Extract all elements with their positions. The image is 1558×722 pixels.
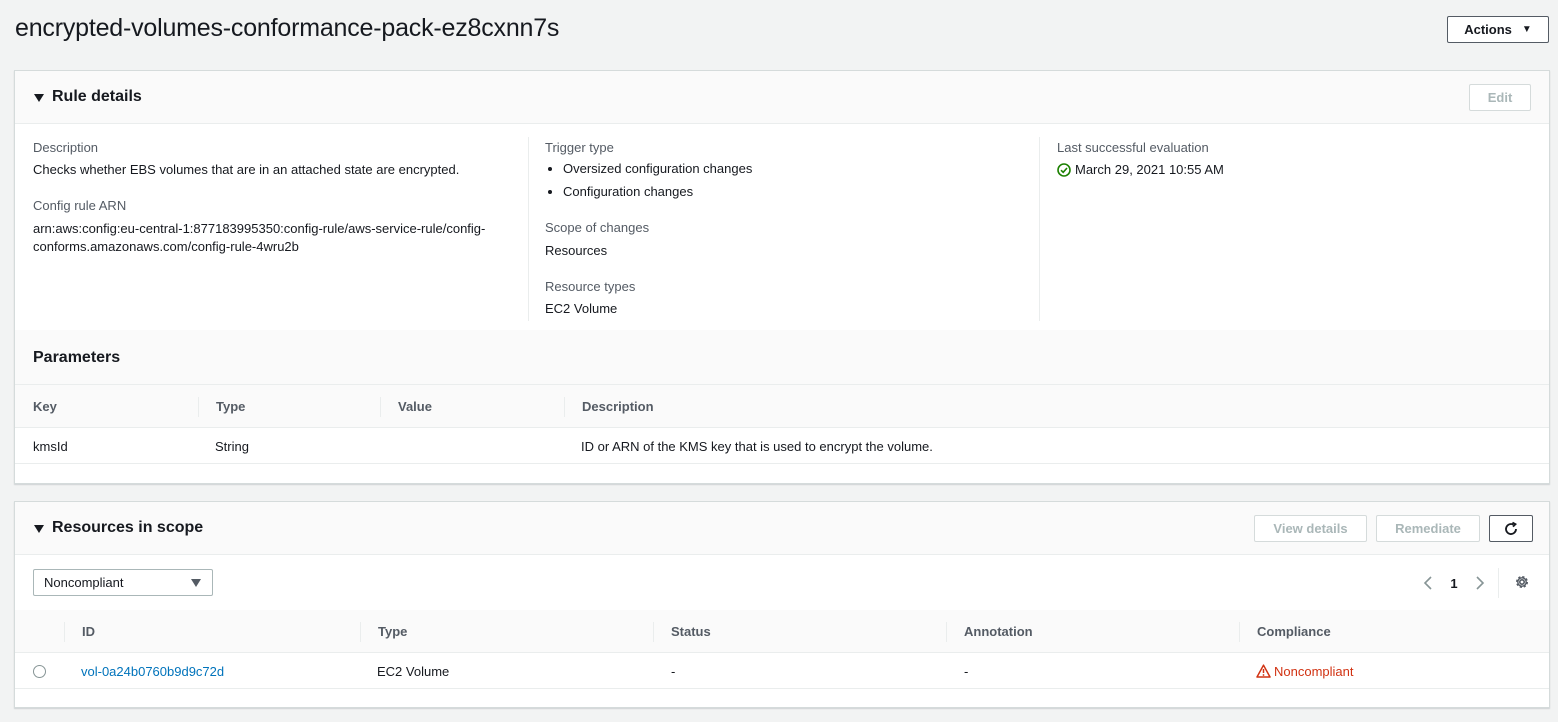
param-type: String xyxy=(215,438,249,454)
column-separator xyxy=(1239,622,1240,642)
previous-page-icon[interactable] xyxy=(1418,576,1438,590)
remediate-label: Remediate xyxy=(1395,521,1461,536)
column-header-id[interactable]: ID xyxy=(82,610,95,653)
compliance-status: Noncompliant xyxy=(1256,653,1354,689)
rule-details-title: Rule details xyxy=(52,88,142,105)
trigger-column: Trigger type Oversized configuration cha… xyxy=(545,137,1025,318)
resource-status: - xyxy=(671,663,676,679)
resource-type: EC2 Volume xyxy=(377,663,450,679)
column-divider xyxy=(528,137,529,321)
column-header-annotation[interactable]: Annotation xyxy=(964,610,1033,653)
edit-button[interactable]: Edit xyxy=(1469,84,1531,111)
description-value: Checks whether EBS volumes that are in a… xyxy=(33,162,460,177)
arn-label: Config rule ARN xyxy=(33,198,127,213)
trigger-type-item: Configuration changes xyxy=(545,180,1025,203)
resources-toggle[interactable]: Resources in scope xyxy=(34,519,203,537)
settings-gear-icon[interactable] xyxy=(1514,574,1530,590)
actions-button-label: Actions xyxy=(1464,22,1512,37)
remediate-button[interactable]: Remediate xyxy=(1376,515,1480,542)
column-header-compliance[interactable]: Compliance xyxy=(1257,610,1331,653)
column-separator xyxy=(946,622,947,642)
parameters-table-row: kmsId String ID or ARN of the KMS key th… xyxy=(15,428,1549,464)
pagination: 1 xyxy=(1418,572,1490,594)
description-column: Description Checks whether EBS volumes t… xyxy=(33,137,513,256)
resources-header: Resources in scope View details Remediat… xyxy=(15,502,1549,555)
pagination-divider xyxy=(1498,568,1499,598)
parameters-table-header: Key Type Value Description xyxy=(15,385,1549,428)
compliance-filter-select[interactable]: Noncompliant xyxy=(33,569,213,596)
view-details-label: View details xyxy=(1273,521,1348,536)
view-details-button[interactable]: View details xyxy=(1254,515,1367,542)
column-header-type[interactable]: Type xyxy=(378,610,407,653)
param-description: ID or ARN of the KMS key that is used to… xyxy=(581,438,933,454)
scope-label: Scope of changes xyxy=(545,220,650,235)
column-separator xyxy=(564,397,565,417)
last-evaluation-value-row: March 29, 2021 10:55 AM xyxy=(1057,161,1517,179)
caret-down-icon: ▼ xyxy=(1521,24,1532,35)
page-title: encrypted-volumes-conformance-pack-ez8cx… xyxy=(15,14,560,42)
radio-button[interactable] xyxy=(33,664,46,678)
edit-button-label: Edit xyxy=(1487,90,1513,105)
trigger-type-label: Trigger type xyxy=(545,140,614,155)
resource-annotation: - xyxy=(964,663,969,679)
column-header-key: Key xyxy=(33,399,57,414)
resource-id-link[interactable]: vol-0a24b0760b9d9c72d xyxy=(81,653,224,689)
column-separator xyxy=(380,397,381,417)
column-header-value: Value xyxy=(398,399,432,414)
arn-value-line2: conforms.amazonaws.com/config-rule-4wru2… xyxy=(33,239,299,254)
parameters-title: Parameters xyxy=(33,349,121,366)
arn-value-line1: arn:aws:config:eu-central-1:877183995350… xyxy=(33,221,486,236)
page-number[interactable]: 1 xyxy=(1438,576,1470,591)
success-check-icon xyxy=(1057,163,1071,177)
column-separator xyxy=(198,397,199,417)
actions-button[interactable]: Actions ▼ xyxy=(1447,16,1549,43)
rule-details-panel: Rule details Edit Description Checks whe… xyxy=(14,70,1550,484)
column-header-description: Description xyxy=(582,399,654,414)
row-select-radio[interactable] xyxy=(33,653,46,689)
resource-types-value: EC2 Volume xyxy=(545,301,618,316)
column-separator xyxy=(360,622,361,642)
trigger-type-item: Oversized configuration changes xyxy=(545,157,1025,180)
page-header: encrypted-volumes-conformance-pack-ez8cx… xyxy=(0,0,1558,60)
column-divider xyxy=(1039,137,1040,321)
column-header-type: Type xyxy=(216,399,246,414)
resources-panel: Resources in scope View details Remediat… xyxy=(14,501,1550,708)
expand-caret-icon xyxy=(34,93,44,102)
chevron-down-icon xyxy=(191,579,201,587)
refresh-icon xyxy=(1503,521,1519,537)
scope-value: Resources xyxy=(545,243,608,258)
resource-types-label: Resource types xyxy=(545,279,636,294)
rule-details-toggle[interactable]: Rule details xyxy=(34,88,142,106)
next-page-icon[interactable] xyxy=(1470,576,1490,590)
trigger-type-list: Oversized configuration changes Configur… xyxy=(545,157,1025,203)
column-header-status[interactable]: Status xyxy=(671,610,711,653)
description-label: Description xyxy=(33,140,99,155)
last-evaluation-value: March 29, 2021 10:55 AM xyxy=(1075,162,1224,177)
evaluation-column: Last successful evaluation March 29, 202… xyxy=(1057,137,1517,179)
expand-caret-icon xyxy=(34,524,44,533)
warning-icon xyxy=(1256,664,1271,678)
table-row: vol-0a24b0760b9d9c72d EC2 Volume - - Non… xyxy=(15,653,1549,689)
compliance-filter-value: Noncompliant xyxy=(44,575,124,590)
param-key: kmsId xyxy=(33,438,68,454)
column-separator xyxy=(64,622,65,642)
last-evaluation-label: Last successful evaluation xyxy=(1057,140,1209,155)
refresh-button[interactable] xyxy=(1489,515,1533,542)
rule-details-header: Rule details Edit xyxy=(15,71,1549,124)
resources-table-header: ID Type Status Annotation Compliance xyxy=(15,610,1549,653)
resources-title: Resources in scope xyxy=(52,519,204,536)
parameters-header: Parameters xyxy=(15,330,1549,385)
column-separator xyxy=(653,622,654,642)
compliance-label: Noncompliant xyxy=(1274,663,1354,679)
